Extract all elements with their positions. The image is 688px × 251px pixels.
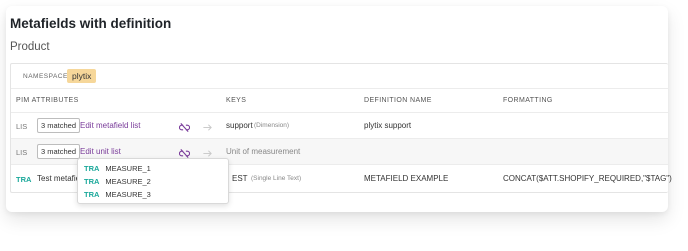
attribute-type-code: TRA [16, 175, 32, 184]
dropdown-option[interactable]: TRA MEASURE_2 [84, 176, 151, 188]
option-type-code: TRA [84, 190, 100, 199]
option-type-code: TRA [84, 164, 100, 173]
attribute-name: Test metafiel [37, 174, 82, 183]
section-subtitle: Product [10, 41, 50, 53]
matched-count-button[interactable]: 3 matched [37, 118, 81, 133]
unlink-icon[interactable] [178, 120, 191, 138]
dropdown-option[interactable]: TRA MEASURE_3 [84, 189, 151, 201]
table-row: LIS 3 matched Edit metafield list suppor… [11, 112, 668, 138]
metafield-key: EST [232, 174, 248, 183]
edit-unit-list-link[interactable]: Edit unit list [80, 147, 121, 156]
col-definition-name: DEFINITION NAME [364, 97, 432, 104]
col-keys: KEYS [226, 97, 247, 104]
matched-count-button[interactable]: 3 matched [37, 144, 81, 159]
col-formatting: FORMATTING [503, 97, 553, 104]
option-label: MEASURE_3 [105, 190, 151, 199]
col-pim-attributes: PIM ATTRIBUTES [16, 97, 79, 104]
metafield-key-type: (Dimension) [254, 122, 290, 129]
namespace-label: NAMESPACE [23, 73, 68, 80]
definition-name: METAFIELD EXAMPLE [364, 174, 449, 183]
attribute-type-code: LIS [16, 148, 28, 157]
definition-name: plytix support [364, 121, 412, 130]
metafield-key-type: (Single Line Text) [251, 175, 302, 182]
metafield-key: support [226, 121, 253, 130]
namespace-row: NAMESPACE plytix [11, 64, 668, 89]
attribute-type-code: LIS [16, 122, 28, 131]
metafield-key-placeholder[interactable]: Unit of measurement [226, 147, 300, 156]
option-type-code: TRA [84, 177, 100, 186]
option-label: MEASURE_2 [105, 177, 151, 186]
edit-metafield-list-link[interactable]: Edit metafield list [80, 121, 140, 130]
namespace-chip[interactable]: plytix [67, 69, 97, 83]
option-label: MEASURE_1 [105, 164, 151, 173]
dropdown-option[interactable]: TRA MEASURE_1 [84, 163, 151, 175]
unit-list-dropdown: TRA MEASURE_1 TRA MEASURE_2 TRA MEASURE_3 [77, 158, 229, 204]
formatting-value: CONCAT($ATT.SHOPIFY_REQUIRED,"$TAG") [503, 174, 672, 183]
page-title: Metafields with definition [10, 16, 172, 31]
arrow-right-icon [202, 120, 213, 138]
